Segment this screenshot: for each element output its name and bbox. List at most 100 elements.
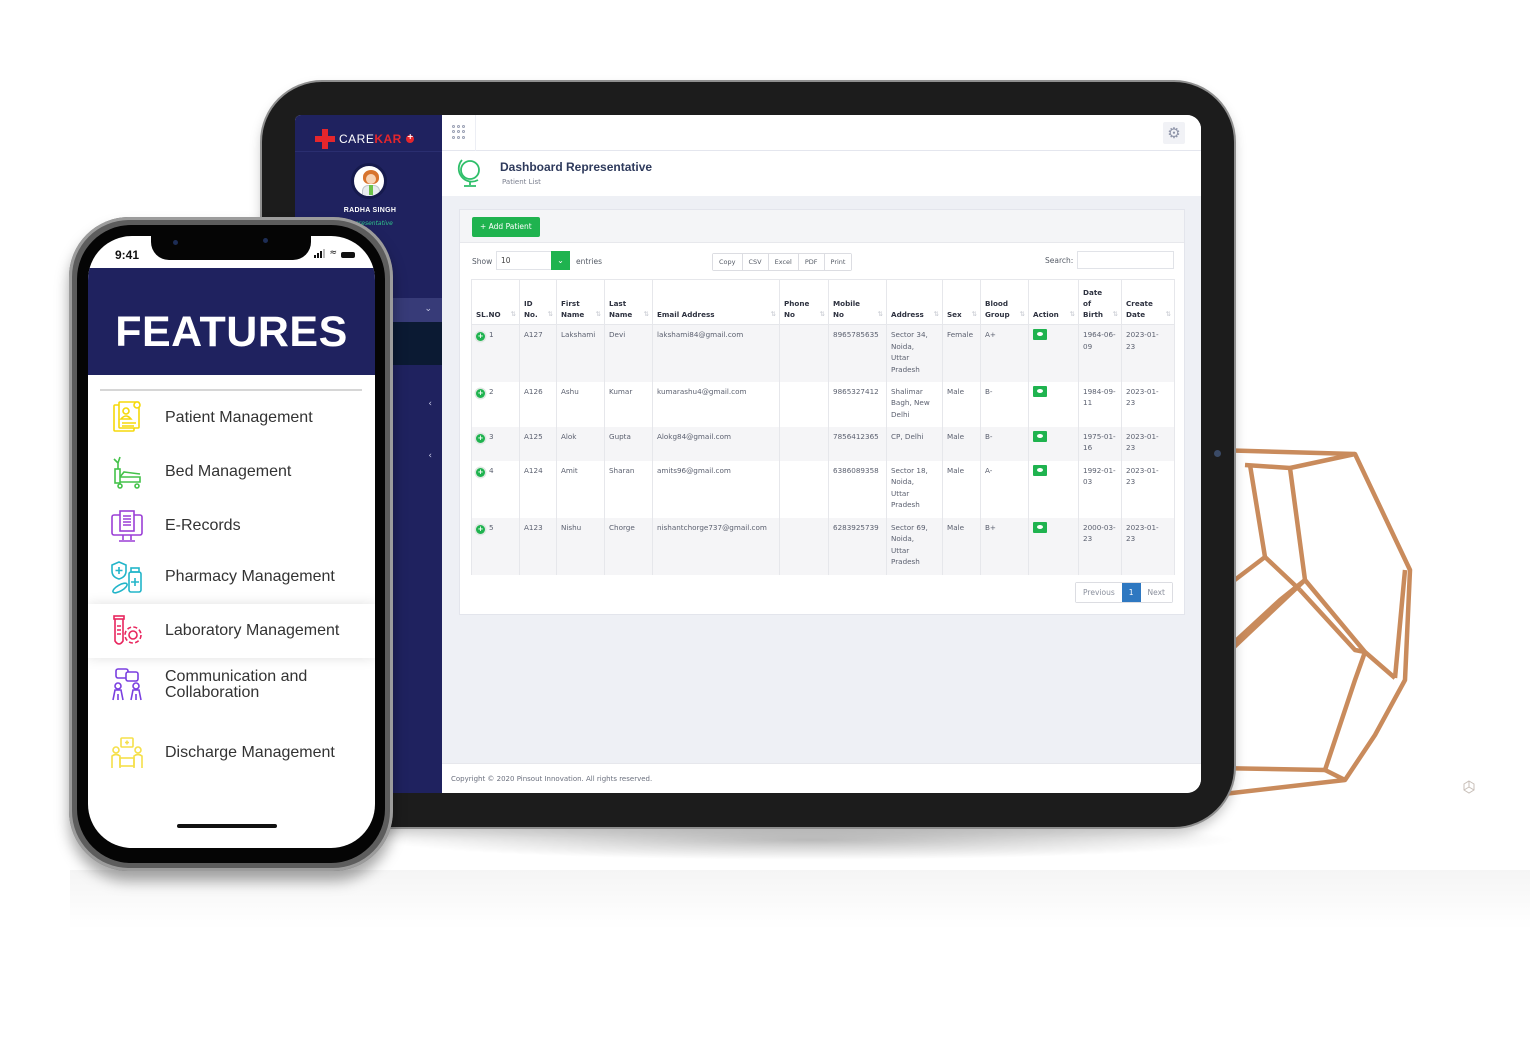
cell-create-date-line: 2023-01- [1126,330,1159,339]
column-header[interactable]: First Name ⇅ [556,279,605,325]
apps-grid-icon[interactable] [452,125,466,139]
expand-row-icon[interactable]: + [476,433,485,443]
sort-icon[interactable]: ⇅ [548,309,553,320]
feature-label: Patient Management [165,409,313,426]
brand-logo[interactable]: CAREKAR [315,129,414,149]
chevron-left-icon[interactable]: ‹ [428,451,432,461]
cell-create-date: 2023-01- 23 [1121,460,1175,518]
feature-item[interactable]: Pharmacy Management [88,550,375,604]
view-eye-button[interactable] [1033,430,1047,442]
column-header[interactable]: Blood Group ⇅ [980,279,1029,325]
column-header[interactable]: Sex ⇅ [942,279,981,325]
patient-table-wrapper: SL.NO ⇅ ID No. ⇅ First Name ⇅ Last Name ⇅ Email Add… [471,279,1175,575]
feature-item[interactable]: Discharge Management [88,726,375,780]
sort-icon[interactable]: ⇅ [1113,309,1118,320]
cell-mobile-value: 8965785635 [833,330,879,339]
cell-dob-line: 23 [1083,534,1093,544]
column-header[interactable]: Last Name ⇅ [604,279,653,325]
sort-icon[interactable]: ⇅ [1020,309,1025,320]
cell-id: A125 [519,426,557,461]
print-button[interactable]: Print [824,254,852,270]
signal-icon [314,249,326,258]
sort-icon[interactable]: ⇅ [934,309,939,320]
sort-icon[interactable]: ⇅ [820,309,825,320]
column-header-label: Name [561,310,585,319]
chevron-down-icon: ⌄ [424,304,432,314]
cell-create-date-line: 2023-01- [1126,431,1159,441]
cell-mobile: 9865327412 [828,381,887,427]
sort-icon[interactable]: ⇅ [644,309,649,320]
column-header[interactable]: Mobile No ⇅ [828,279,887,325]
cell-dob: 2000-03- 23 [1078,517,1122,575]
cell-sex: Male [942,517,981,575]
entries-select[interactable]: 10 ⌄ [496,251,570,270]
view-eye-button[interactable] [1033,329,1047,340]
avatar-face [366,174,376,184]
csv-button[interactable]: CSV [742,254,769,270]
cell-action [1028,517,1079,575]
sort-icon[interactable]: ⇅ [1070,309,1075,320]
excel-button[interactable]: Excel [768,254,799,270]
column-header[interactable]: Address ⇅ [886,279,943,325]
previous-page-button[interactable]: Previous [1076,583,1122,602]
next-page-button[interactable]: Next [1140,583,1172,602]
expand-row-icon[interactable]: + [476,388,485,398]
feature-item[interactable]: Laboratory Management [88,604,375,658]
column-header[interactable]: Date of Birth ⇅ [1078,279,1122,325]
sort-icon[interactable]: ⇅ [1166,309,1171,320]
test-tube-gear-icon [113,615,142,645]
view-eye-button[interactable] [1033,464,1047,476]
column-header-label: First [561,299,580,308]
feature-item[interactable]: Patient Management [88,391,375,445]
cell-email: lakshami84@gmail.com [652,324,780,382]
address-line: Pradesh [891,364,920,374]
feature-item[interactable]: Bed Management [88,445,375,499]
table-row: +2 A126 Ashu Kumar kumarashu4@gmail.com 98653… [471,381,1175,427]
cell-blood-group: B+ [980,517,1029,575]
cell-blood-group-value: A- [985,465,993,475]
pagination: Previous 1 Next [1075,582,1173,603]
column-header[interactable]: Create Date ⇅ [1121,279,1175,325]
pdf-button[interactable]: PDF [798,254,825,270]
page-1-button[interactable]: 1 [1121,583,1141,602]
column-header-label: Group [985,310,1010,319]
copy-button[interactable]: Copy [713,254,743,270]
avatar[interactable] [351,163,387,199]
search-input[interactable] [1077,251,1174,269]
settings-button[interactable]: ⚙ [1163,122,1185,144]
cell-last-name: Sharan [604,460,653,518]
view-eye-button[interactable] [1033,521,1047,533]
feature-item[interactable]: Communication and Collaboration [88,658,375,712]
sort-icon[interactable]: ⇅ [511,309,516,320]
add-patient-button[interactable]: + Add Patient [472,217,540,237]
sensor-dot [173,240,178,245]
column-header[interactable]: Action ⇅ [1028,279,1079,325]
cell-dob: 1964-06- 09 [1078,324,1122,382]
column-header[interactable]: SL.NO ⇅ [471,279,520,325]
expand-row-icon[interactable]: + [476,524,485,534]
column-header-label: Email Address [657,310,715,319]
column-header-label: No [784,310,795,319]
expand-row-icon[interactable]: + [476,467,485,477]
chevron-left-icon[interactable]: ‹ [428,399,432,409]
cell-blood-group: A- [980,460,1029,518]
cell-dob-line: 03 [1083,477,1093,487]
cell-id: A126 [519,381,557,427]
column-header[interactable]: Email Address ⇅ [652,279,780,325]
address-line: Shalimar [891,386,923,396]
sort-icon[interactable]: ⇅ [972,309,977,320]
expand-row-icon[interactable]: + [476,332,485,341]
cell-dob-line: 11 [1083,398,1093,408]
column-header[interactable]: ID No. ⇅ [519,279,557,325]
chevron-down-icon[interactable]: ⌄ [551,251,570,270]
cell-sex: Male [942,426,981,461]
address-line: Pradesh [891,500,920,510]
feature-item[interactable]: E-Records [88,499,375,553]
sort-icon[interactable]: ⇅ [596,309,601,320]
sort-icon[interactable]: ⇅ [771,309,776,320]
view-eye-button[interactable] [1033,385,1047,397]
cell-email-value: amits96@gmail.com [657,465,731,475]
sort-icon[interactable]: ⇅ [878,309,883,320]
column-header[interactable]: Phone No ⇅ [779,279,829,325]
cell-create-date-line: 23 [1126,341,1136,351]
